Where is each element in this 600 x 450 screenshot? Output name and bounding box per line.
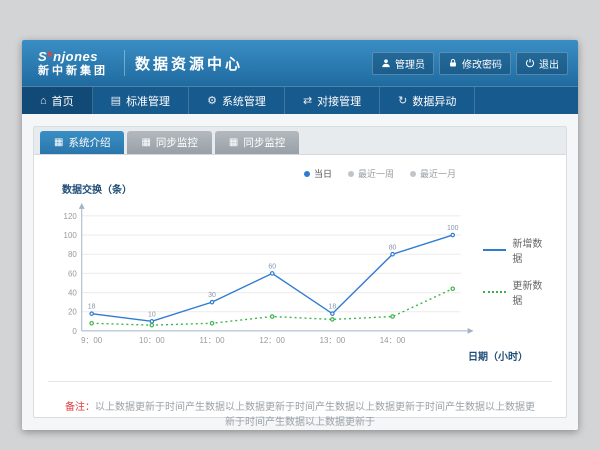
tab-label: 同步监控 — [243, 135, 285, 150]
svg-text:60: 60 — [68, 269, 77, 278]
dot-icon — [348, 171, 354, 177]
svg-text:20: 20 — [68, 308, 77, 317]
power-icon — [525, 58, 535, 68]
page-title: 数据资源中心 — [135, 53, 243, 74]
legend-label: 新增数据 — [512, 235, 552, 265]
svg-text:10: 10 — [148, 311, 156, 318]
nav-item-data-change[interactable]: ↻ 数据异动 — [380, 87, 475, 114]
app-window: S*njones 新中新集团 数据资源中心 管理员 修改密码 退出 — [22, 40, 578, 430]
content-area: ▦ 系统介绍 ▦ 同步监控 ▦ 同步监控 当日 最近一周 最近一月 数据交换（条） 0… — [22, 114, 578, 430]
tab-label: 系统介绍 — [68, 135, 110, 150]
svg-text:100: 100 — [447, 225, 459, 232]
nav-item-connection-management[interactable]: ⇄ 对接管理 — [285, 87, 380, 114]
logo: S*njones 新中新集团 — [32, 49, 114, 76]
chart-row: 0 20 40 60 80 100 120 9：00 10：00 11：00 12：00 13：00 1… — [48, 198, 552, 362]
remark-text: 以上数据更新于时间产生数据以上数据更新于时间产生数据以上数据更新于时间产生数据以… — [95, 402, 535, 428]
refresh-icon: ↻ — [398, 94, 407, 107]
admin-button-label: 管理员 — [395, 56, 425, 71]
filter-label: 当日 — [314, 167, 332, 180]
nav-item-label: 数据异动 — [412, 93, 456, 109]
gear-icon: ⚙ — [207, 94, 217, 107]
user-icon — [381, 58, 391, 68]
svg-text:80: 80 — [68, 250, 77, 259]
tab-sync-monitor-1[interactable]: ▦ 同步监控 — [127, 131, 211, 154]
main-nav: ⌂ 首页 ▤ 标准管理 ⚙ 系统管理 ⇄ 对接管理 ↻ 数据异动 — [22, 86, 578, 114]
svg-text:80: 80 — [389, 244, 397, 251]
app-header: S*njones 新中新集团 数据资源中心 管理员 修改密码 退出 — [22, 40, 578, 86]
nav-item-standard-management[interactable]: ▤ 标准管理 — [93, 87, 189, 114]
content-panel: ▦ 系统介绍 ▦ 同步监控 ▦ 同步监控 当日 最近一周 最近一月 数据交换（条） 0… — [33, 126, 567, 418]
tab-system-intro[interactable]: ▦ 系统介绍 — [40, 131, 124, 154]
svg-text:30: 30 — [208, 292, 216, 299]
filter-last-week[interactable]: 最近一周 — [348, 167, 394, 180]
grid-icon: ▦ — [229, 137, 238, 148]
desktop-background: S*njones 新中新集团 数据资源中心 管理员 修改密码 退出 — [0, 0, 600, 450]
nav-item-label: 首页 — [52, 93, 74, 109]
svg-text:60: 60 — [268, 263, 276, 270]
logo-text-prefix: S — [38, 49, 47, 64]
dot-icon — [304, 171, 310, 177]
header-divider — [124, 50, 125, 76]
legend-line-sample — [483, 291, 507, 293]
remark: 备注：以上数据更新于时间产生数据以上数据更新于时间产生数据以上数据更新于时间产生… — [34, 382, 566, 430]
grid-icon: ▦ — [54, 137, 63, 148]
nav-item-system-management[interactable]: ⚙ 系统管理 — [189, 87, 285, 114]
legend-item[interactable]: 更新数据 — [483, 277, 552, 307]
header-actions: 管理员 修改密码 退出 — [372, 40, 568, 86]
logo-brand: S*njones — [38, 49, 108, 64]
svg-text:14：00: 14：00 — [380, 336, 406, 345]
tab-sync-monitor-2[interactable]: ▦ 同步监控 — [215, 131, 299, 154]
line-chart: 0 20 40 60 80 100 120 9：00 10：00 11：00 12：00 13：00 1… — [48, 198, 477, 362]
list-icon: ▤ — [111, 94, 121, 107]
logout-button[interactable]: 退出 — [516, 52, 568, 75]
filter-today[interactable]: 当日 — [304, 167, 332, 180]
exchange-icon: ⇄ — [303, 94, 312, 107]
filter-last-month[interactable]: 最近一月 — [410, 167, 456, 180]
change-password-button-label: 修改密码 — [462, 56, 502, 71]
tab-label: 同步监控 — [156, 135, 198, 150]
filter-label: 最近一月 — [420, 167, 456, 180]
chart-legend: 新增数据更新数据 — [483, 235, 552, 325]
logo-company: 新中新集团 — [38, 65, 108, 77]
svg-text:11：00: 11：00 — [200, 336, 226, 345]
svg-text:10：00: 10：00 — [139, 336, 165, 345]
nav-item-home[interactable]: ⌂ 首页 — [22, 87, 93, 114]
legend-item[interactable]: 新增数据 — [483, 235, 552, 265]
home-icon: ⌂ — [40, 95, 47, 107]
svg-text:13：00: 13：00 — [320, 336, 346, 345]
svg-text:12：00: 12：00 — [259, 336, 285, 345]
svg-text:0: 0 — [72, 327, 77, 336]
remark-label: 备注： — [65, 402, 95, 413]
svg-text:18: 18 — [329, 304, 337, 311]
svg-text:100: 100 — [64, 231, 78, 240]
nav-item-label: 系统管理 — [222, 93, 266, 109]
nav-item-label: 标准管理 — [126, 93, 170, 109]
lock-icon — [448, 58, 458, 68]
tab-bar: ▦ 系统介绍 ▦ 同步监控 ▦ 同步监控 — [34, 127, 566, 155]
grid-icon: ▦ — [141, 137, 150, 148]
logo-text-suffix: njones — [53, 49, 98, 64]
filter-label: 最近一周 — [358, 167, 394, 180]
svg-text:120: 120 — [64, 212, 78, 221]
chart-section: 当日 最近一周 最近一月 数据交换（条） 0 20 40 60 80 100 120 9：00… — [34, 155, 566, 363]
logout-button-label: 退出 — [539, 56, 559, 71]
legend-label: 更新数据 — [512, 277, 552, 307]
change-password-button[interactable]: 修改密码 — [439, 52, 511, 75]
chart-period-filters: 当日 最近一周 最近一月 — [304, 167, 456, 180]
svg-text:18: 18 — [88, 304, 96, 311]
svg-text:9：00: 9：00 — [81, 336, 103, 345]
legend-line-sample — [483, 249, 507, 251]
dot-icon — [410, 171, 416, 177]
admin-button[interactable]: 管理员 — [372, 52, 434, 75]
y-axis-label: 数据交换（条） — [62, 181, 552, 196]
svg-text:40: 40 — [68, 289, 77, 298]
nav-item-label: 对接管理 — [317, 93, 361, 109]
